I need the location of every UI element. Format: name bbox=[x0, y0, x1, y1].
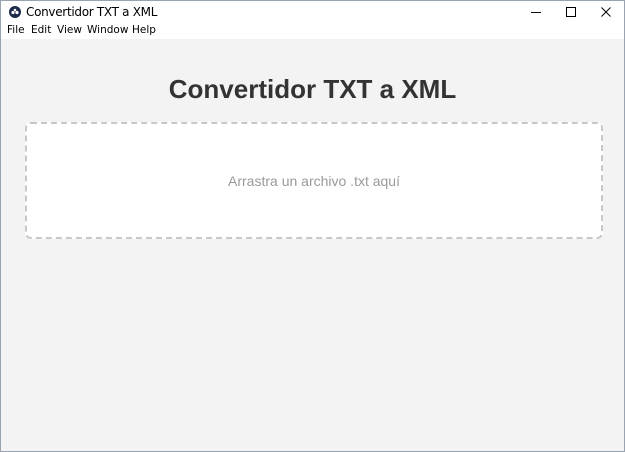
menu-file[interactable]: File bbox=[7, 24, 25, 36]
menu-bar: File Edit View Window Help bbox=[1, 23, 624, 39]
app-window: Convertidor TXT a XML File Edit View Win… bbox=[0, 0, 625, 452]
menu-view[interactable]: View bbox=[57, 24, 82, 36]
maximize-icon bbox=[566, 7, 576, 17]
minimize-button[interactable] bbox=[518, 1, 554, 23]
drop-zone-label: Arrastra un archivo .txt aquí bbox=[228, 173, 400, 189]
menu-help[interactable]: Help bbox=[132, 24, 156, 36]
menu-edit[interactable]: Edit bbox=[31, 24, 51, 36]
title-bar[interactable]: Convertidor TXT a XML bbox=[1, 1, 624, 23]
menu-window[interactable]: Window bbox=[87, 24, 128, 36]
window-title: Convertidor TXT a XML bbox=[26, 5, 158, 19]
close-icon bbox=[601, 7, 611, 17]
app-logo-icon[interactable] bbox=[9, 6, 21, 18]
minimize-icon bbox=[531, 12, 541, 13]
page-title: Convertidor TXT a XML bbox=[168, 74, 457, 104]
maximize-button[interactable] bbox=[553, 1, 589, 23]
close-button[interactable] bbox=[588, 1, 624, 23]
main-content: Convertidor TXT a XML Arrastra un archiv… bbox=[1, 39, 624, 451]
file-drop-zone[interactable]: Arrastra un archivo .txt aquí bbox=[25, 122, 603, 239]
